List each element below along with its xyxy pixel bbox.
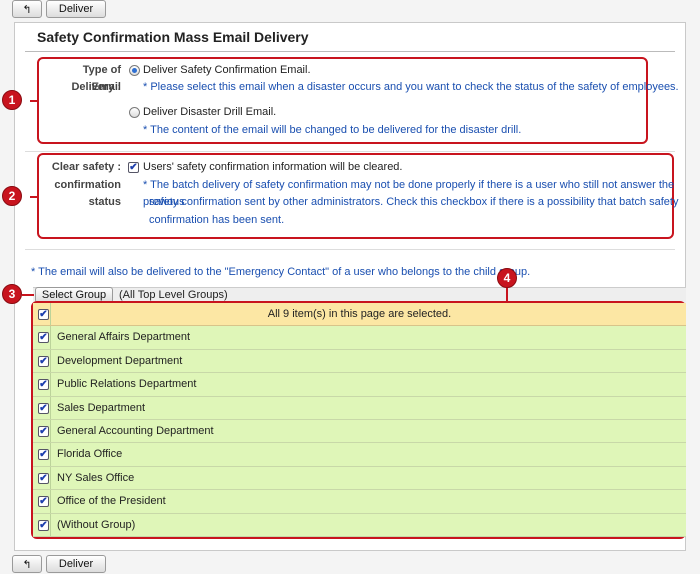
- option-disaster-drill-label: Deliver Disaster Drill Email.: [143, 106, 277, 118]
- row-checkbox[interactable]: ✔: [38, 519, 49, 531]
- list-item[interactable]: ✔ (Without Group): [33, 513, 686, 537]
- list-item[interactable]: ✔ Sales Department: [33, 396, 686, 420]
- row-checkbox[interactable]: ✔: [38, 402, 49, 414]
- row-label: Sales Department: [57, 401, 146, 414]
- group-list: ✔ All 9 item(s) in this page are selecte…: [33, 303, 686, 537]
- list-item[interactable]: ✔ Public Relations Department: [33, 373, 686, 397]
- section-divider-2: [25, 249, 675, 250]
- option-safety-confirmation-note: * Please select this email when a disast…: [143, 81, 679, 93]
- deliver-button-bottom[interactable]: Deliver: [46, 555, 106, 573]
- list-item[interactable]: ✔ Development Department: [33, 349, 686, 374]
- back-button-bottom[interactable]: ↰: [12, 555, 42, 573]
- annotation-marker-3: 3: [2, 284, 22, 304]
- option-disaster-drill-note: * The content of the email will be chang…: [143, 124, 522, 136]
- emergency-contact-note: * The email will also be delivered to th…: [31, 266, 531, 278]
- section-divider: [25, 151, 675, 152]
- row-checkbox[interactable]: ✔: [38, 379, 49, 391]
- clear-note-line2: safety confirmation sent by other admini…: [149, 196, 679, 208]
- bottom-toolbar: ↰ Deliver: [12, 555, 106, 573]
- back-arrow-icon: ↰: [22, 558, 32, 571]
- row-label: General Accounting Department: [57, 424, 214, 437]
- clear-note-line3: confirmation has been sent.: [149, 214, 285, 226]
- row-label: Development Department: [57, 354, 183, 367]
- radio-disaster-drill[interactable]: [129, 107, 140, 118]
- row-label: (Without Group): [57, 518, 136, 531]
- deliver-button[interactable]: Deliver: [46, 0, 106, 18]
- clear-label-2: confirmation: [54, 179, 121, 191]
- row-checkbox[interactable]: ✔: [38, 425, 49, 437]
- select-all-text: All 9 item(s) in this page are selected.: [267, 308, 452, 320]
- row-checkbox[interactable]: ✔: [38, 449, 49, 461]
- row-checkbox[interactable]: ✔: [38, 496, 49, 508]
- row-label: General Affairs Department: [57, 331, 191, 344]
- row-checkbox[interactable]: ✔: [38, 472, 49, 484]
- list-item[interactable]: ✔ Office of the President: [33, 490, 686, 514]
- page-title: Safety Confirmation Mass Email Delivery: [37, 29, 309, 45]
- annotation-marker-4: 4: [497, 268, 517, 288]
- option-safety-confirmation-label: Deliver Safety Confirmation Email.: [143, 64, 311, 76]
- list-item[interactable]: ✔ Florida Office: [33, 443, 686, 467]
- row-label: Florida Office: [57, 448, 123, 461]
- list-item[interactable]: ✔ NY Sales Office: [33, 466, 686, 491]
- clear-status-checkbox-label: Users' safety confirmation information w…: [143, 161, 403, 173]
- row-checkbox[interactable]: ✔: [38, 355, 49, 367]
- annotation-marker-1: 1: [2, 90, 22, 110]
- title-divider: [25, 51, 675, 52]
- main-panel: Safety Confirmation Mass Email Delivery …: [14, 22, 686, 551]
- row-checkbox[interactable]: ✔: [38, 332, 49, 344]
- clear-label-3: status: [88, 196, 121, 208]
- back-button[interactable]: ↰: [12, 0, 42, 18]
- annotation-marker-2: 2: [2, 186, 22, 206]
- back-arrow-icon: ↰: [22, 3, 32, 16]
- row-label: NY Sales Office: [57, 471, 135, 484]
- marker-3-connector: [22, 294, 34, 296]
- clear-label: Clear safety :: [51, 161, 121, 173]
- marker-4-connector: [506, 288, 508, 302]
- marker-2-connector: [30, 196, 38, 198]
- top-toolbar: ↰ Deliver: [12, 0, 106, 18]
- delivery-label-email: Email: [91, 81, 121, 93]
- clear-status-checkbox[interactable]: ✔: [128, 162, 139, 173]
- radio-safety-confirmation[interactable]: [129, 65, 140, 76]
- list-item[interactable]: ✔ General Accounting Department: [33, 419, 686, 444]
- row-label: Office of the President: [57, 495, 166, 508]
- marker-1-connector: [30, 100, 38, 102]
- list-item[interactable]: ✔ General Affairs Department: [33, 326, 686, 350]
- row-label: Public Relations Department: [57, 378, 197, 391]
- select-all-row: ✔ All 9 item(s) in this page are selecte…: [33, 303, 686, 327]
